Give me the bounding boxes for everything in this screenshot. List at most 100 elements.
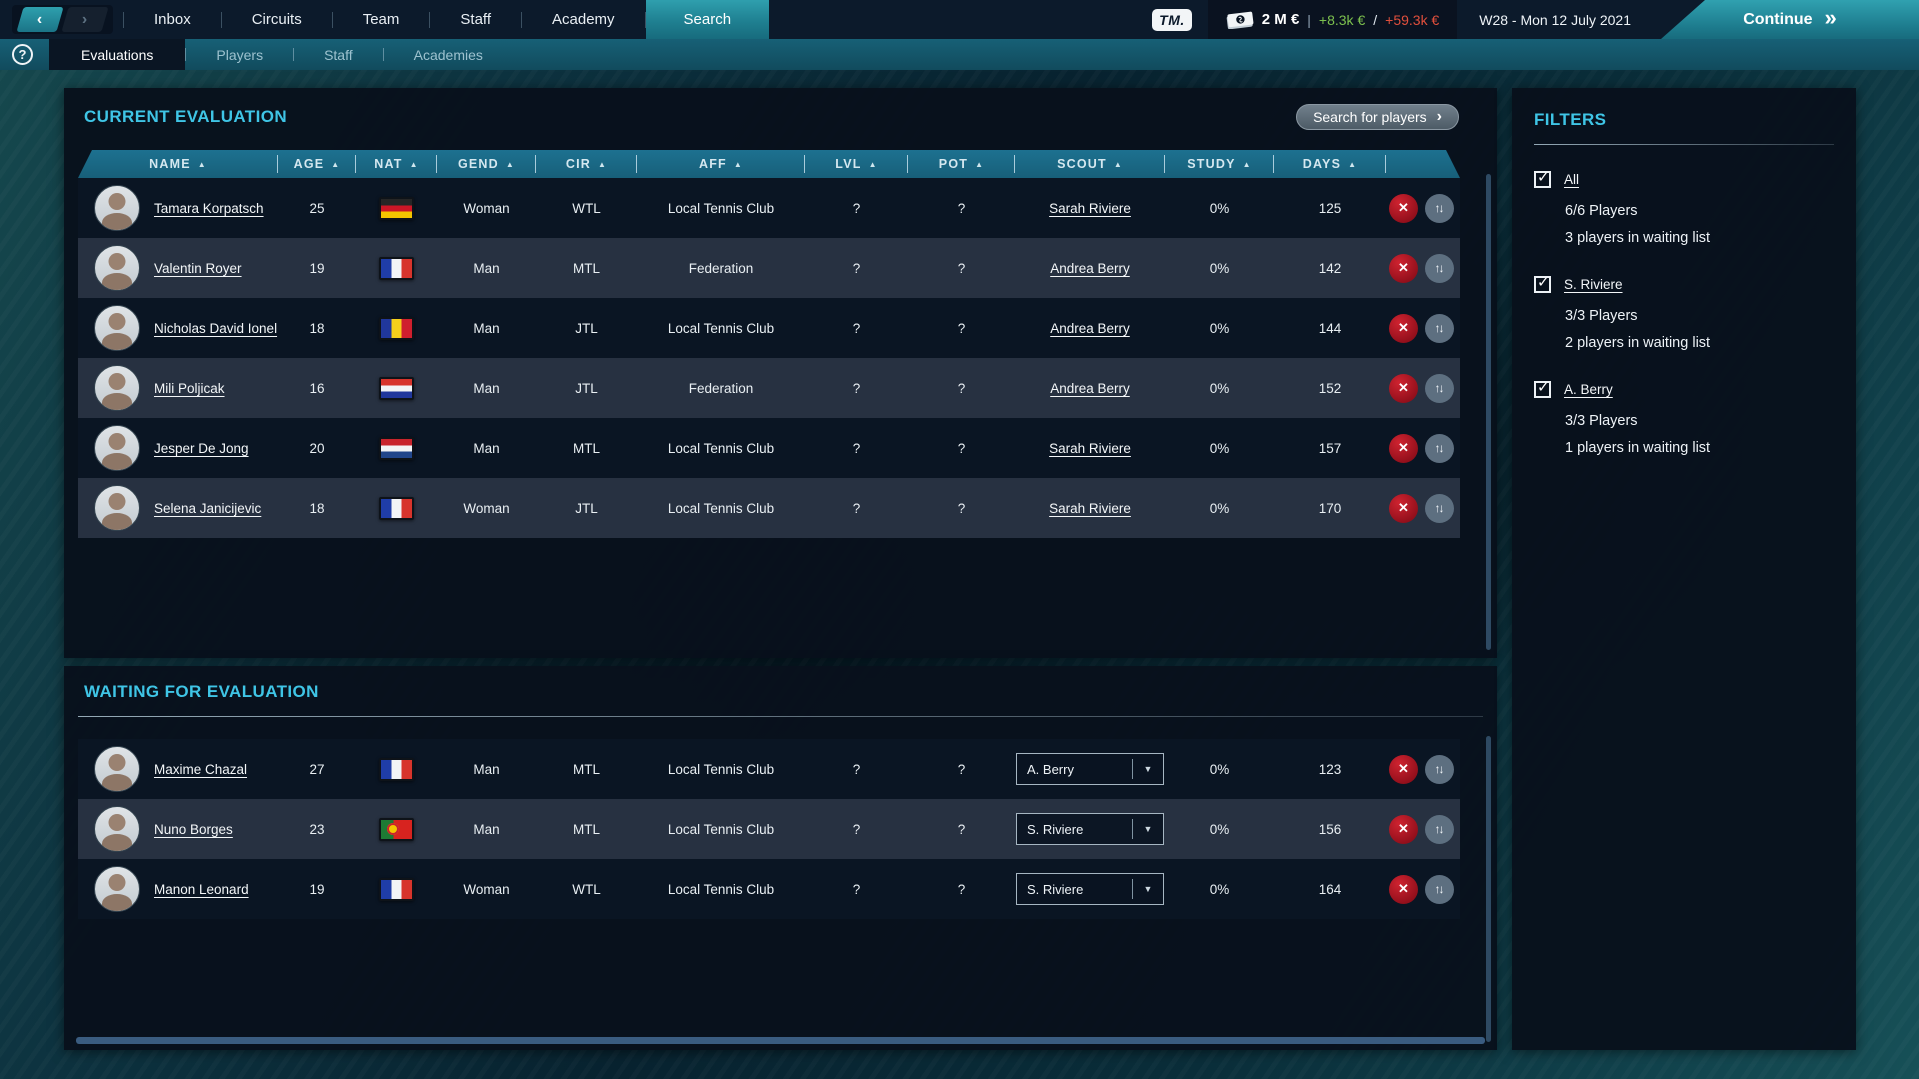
player-name-link[interactable]: Valentin Royer <box>154 261 242 276</box>
subnav-tab-players[interactable]: Players <box>186 39 293 70</box>
nav-tab-inbox[interactable]: Inbox <box>124 0 221 39</box>
scout-name-link[interactable]: Andrea Berry <box>1050 321 1130 336</box>
reorder-player-button[interactable]: ↑↓ <box>1425 193 1454 223</box>
remove-player-button[interactable]: ✕ <box>1389 193 1418 223</box>
gender-cell: Man <box>473 380 500 396</box>
flag-netherlands-icon <box>379 436 414 460</box>
player-name-link[interactable]: Selena Janicijevic <box>154 501 261 516</box>
table-row: Tamara Korpatsch 25 Woman WTL Local Tennis C… <box>78 178 1460 238</box>
search-for-players-button[interactable]: Search for players › <box>1296 104 1459 130</box>
subnav-tab-academies[interactable]: Academies <box>384 39 513 70</box>
column-label: LVL <box>835 157 862 171</box>
scout-name-link[interactable]: Sarah Riviere <box>1049 441 1131 456</box>
potential-cell: ? <box>957 200 966 216</box>
column-header-name[interactable]: NAME ▲ <box>78 150 278 178</box>
remove-player-button[interactable]: ✕ <box>1389 754 1418 784</box>
remove-player-button[interactable]: ✕ <box>1389 493 1418 523</box>
scout-name-link[interactable]: Andrea Berry <box>1050 261 1130 276</box>
row-actions: ✕ ↑↓ <box>1386 433 1460 463</box>
column-header-cir[interactable]: CIR ▲ <box>536 150 637 178</box>
horizontal-scrollbar[interactable] <box>76 1037 1485 1044</box>
reorder-player-button[interactable]: ↑↓ <box>1425 313 1454 343</box>
remove-player-button[interactable]: ✕ <box>1389 253 1418 283</box>
sort-asc-icon: ▲ <box>733 159 744 169</box>
player-name-link[interactable]: Mili Poljicak <box>154 381 225 396</box>
column-header-lvl[interactable]: LVL ▲ <box>805 150 908 178</box>
scout-dropdown[interactable]: S. Riviere ▼ <box>1016 873 1164 905</box>
player-name-link[interactable]: Maxime Chazal <box>154 762 247 777</box>
nav-tab-circuits[interactable]: Circuits <box>222 0 332 39</box>
scout-name-link[interactable]: Sarah Riviere <box>1049 501 1131 516</box>
nav-tab-search[interactable]: Search <box>645 0 770 39</box>
vertical-scrollbar[interactable] <box>1486 736 1491 1042</box>
reorder-player-button[interactable]: ↑↓ <box>1425 874 1454 904</box>
column-label: AFF <box>698 157 727 171</box>
subnav-tab-evaluations[interactable]: Evaluations <box>49 39 186 70</box>
scout-cell: Sarah Riviere <box>1015 501 1165 516</box>
table-row: Selena Janicijevic 18 Woman JTL Local Tennis… <box>78 478 1460 538</box>
remove-player-button[interactable]: ✕ <box>1389 373 1418 403</box>
back-button[interactable]: ‹ <box>16 7 64 32</box>
days-cell: 156 <box>1318 821 1342 837</box>
finance-slash: / <box>1373 11 1378 28</box>
level-cell: ? <box>852 761 861 777</box>
remove-player-button[interactable]: ✕ <box>1389 874 1418 904</box>
sort-asc-icon: ▲ <box>868 159 878 169</box>
nationality-cell <box>356 196 437 220</box>
level-cell: ? <box>852 200 861 216</box>
reorder-player-button[interactable]: ↑↓ <box>1425 814 1454 844</box>
waiting-evaluation-title: WAITING FOR EVALUATION <box>84 682 319 701</box>
remove-player-button[interactable]: ✕ <box>1389 433 1418 463</box>
forward-button[interactable]: › <box>61 7 109 32</box>
player-name-link[interactable]: Jesper De Jong <box>154 441 249 456</box>
column-header-pot[interactable]: POT ▲ <box>908 150 1015 178</box>
player-name-link[interactable]: Manon Leonard <box>154 882 249 897</box>
reorder-player-button[interactable]: ↑↓ <box>1425 754 1454 784</box>
column-header-aff[interactable]: AFF ▲ <box>637 150 805 178</box>
filter-label-a-berry[interactable]: A. Berry <box>1564 382 1613 397</box>
column-header-scout[interactable]: SCOUT ▲ <box>1015 150 1165 178</box>
sort-asc-icon: ▲ <box>598 159 608 169</box>
scout-dropdown[interactable]: A. Berry ▼ <box>1016 753 1164 785</box>
topbar-right-cluster: TM. 2 M € | +8.3k € / +59.3k € W28 - Mon… <box>1152 0 1631 39</box>
nav-tab-team[interactable]: Team <box>333 0 430 39</box>
nav-tab-staff[interactable]: Staff <box>430 0 521 39</box>
filter-label-s-riviere[interactable]: S. Riviere <box>1564 277 1623 292</box>
column-header-days[interactable]: DAYS ▲ <box>1274 150 1386 178</box>
circuit-cell: WTL <box>572 881 601 897</box>
player-name-link[interactable]: Nicholas David Ionel <box>154 321 277 336</box>
circuit-cell: MTL <box>573 821 600 837</box>
reorder-player-button[interactable]: ↑↓ <box>1425 433 1454 463</box>
player-name-link[interactable]: Tamara Korpatsch <box>154 201 264 216</box>
remove-player-button[interactable]: ✕ <box>1389 814 1418 844</box>
filter-label-all[interactable]: All <box>1564 172 1579 187</box>
column-label: AGE <box>293 157 325 171</box>
flag-romania-icon <box>379 316 414 340</box>
scout-dropdown[interactable]: S. Riviere ▼ <box>1016 813 1164 845</box>
vertical-scrollbar[interactable] <box>1486 174 1491 650</box>
level-cell: ? <box>852 821 861 837</box>
reorder-player-button[interactable]: ↑↓ <box>1425 493 1454 523</box>
column-header-nat[interactable]: NAT ▲ <box>356 150 437 178</box>
column-header-gend[interactable]: GEND ▲ <box>437 150 536 178</box>
scout-name-link[interactable]: Sarah Riviere <box>1049 201 1131 216</box>
affiliation-cell: Local Tennis Club <box>667 500 775 516</box>
scout-name-link[interactable]: Andrea Berry <box>1050 381 1130 396</box>
help-icon[interactable]: ? <box>12 44 33 65</box>
filter-group-header: ✓ All <box>1534 169 1834 188</box>
checkbox-a-berry[interactable]: ✓ <box>1534 379 1551 398</box>
potential-cell: ? <box>957 320 966 336</box>
column-header-age[interactable]: AGE ▲ <box>278 150 356 178</box>
gender-cell: Man <box>473 761 500 777</box>
study-cell: 0% <box>1209 881 1230 897</box>
subnav-tab-staff[interactable]: Staff <box>294 39 383 70</box>
nav-tab-academy[interactable]: Academy <box>522 0 645 39</box>
continue-button[interactable]: Continue » <box>1661 0 1919 39</box>
column-header-study[interactable]: STUDY ▲ <box>1165 150 1274 178</box>
reorder-player-button[interactable]: ↑↓ <box>1425 373 1454 403</box>
player-name-link[interactable]: Nuno Borges <box>154 822 233 837</box>
checkbox-s-riviere[interactable]: ✓ <box>1534 274 1551 293</box>
checkbox-all[interactable]: ✓ <box>1534 169 1551 188</box>
remove-player-button[interactable]: ✕ <box>1389 313 1418 343</box>
reorder-player-button[interactable]: ↑↓ <box>1425 253 1454 283</box>
